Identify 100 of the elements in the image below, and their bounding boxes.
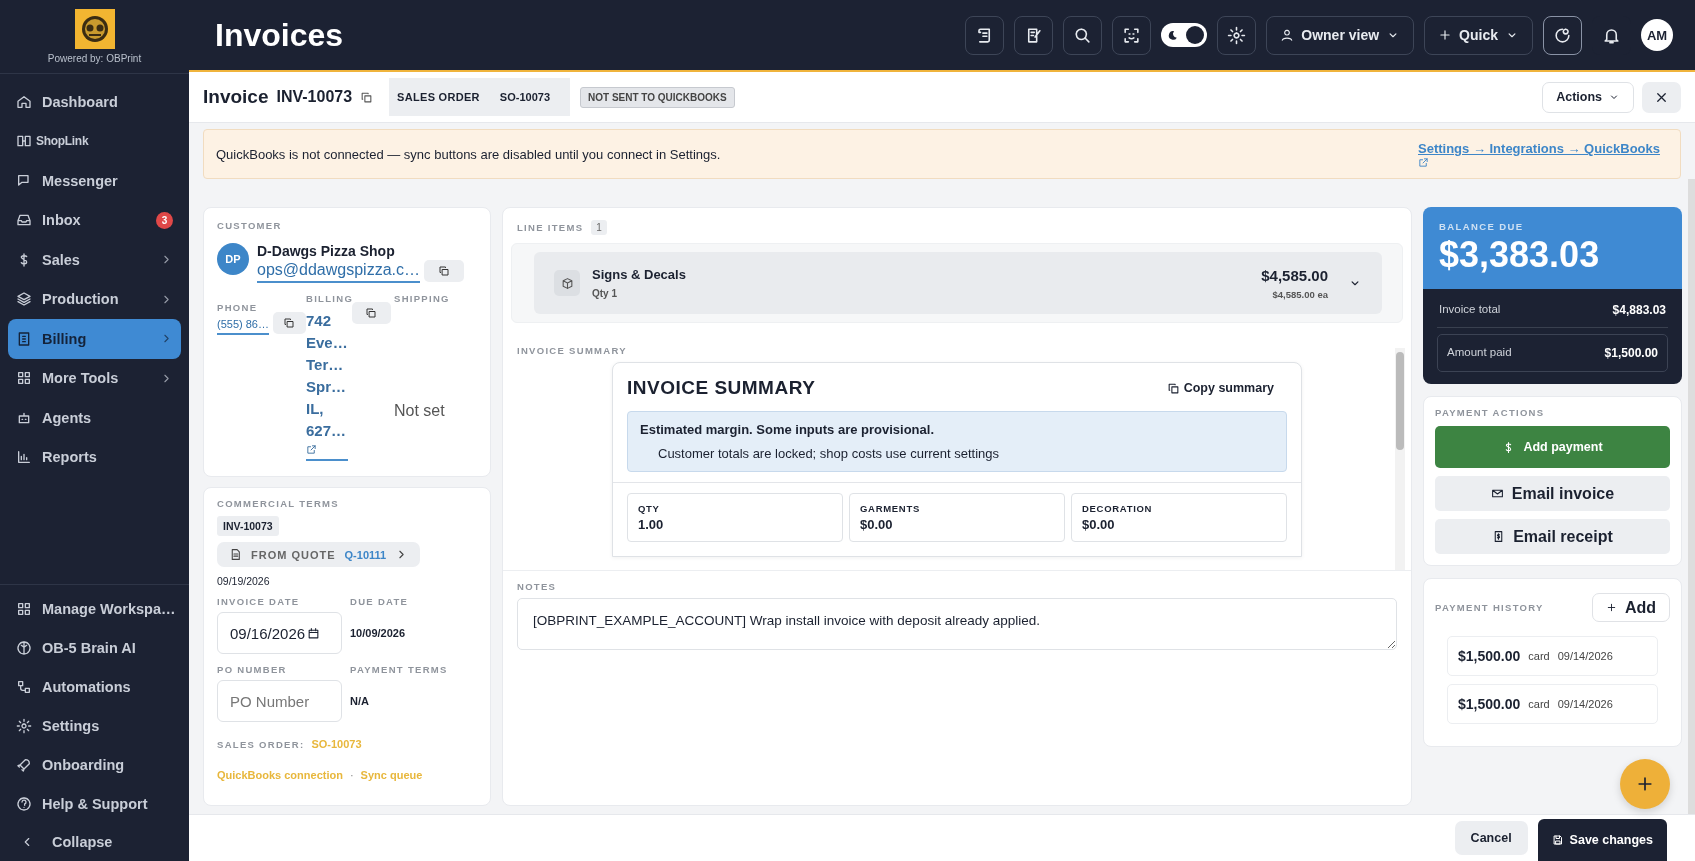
scrollbar[interactable] [1395,348,1405,570]
ring-icon [1553,25,1572,45]
nav-item[interactable]: Onboarding [8,745,181,784]
nav-item[interactable]: Messenger [8,161,181,201]
nodes-icon [16,678,32,695]
section-label: INVOICE SUMMARY [516,344,628,356]
billing-address-link[interactable]: 742 Eve… Ter… Spr… IL, 627… [306,310,348,461]
email-link[interactable]: ops@ddawgspizza.c… [257,261,420,283]
stat-label: GARMENTS [860,503,921,514]
logo [74,9,115,49]
nav-item[interactable]: Settings [8,706,181,745]
scan-button[interactable] [1112,15,1152,55]
scroll-button[interactable] [965,15,1005,55]
copy-button[interactable] [351,302,391,324]
nav-item[interactable]: Help & Support [8,784,181,823]
chip-value: SO-10073 [499,91,550,103]
avatar: DP [217,243,249,275]
page-scrollbar[interactable] [1688,179,1695,814]
activity-button[interactable] [1543,15,1582,55]
shipping-value: Not set [394,402,446,420]
nav-item[interactable]: Automations [8,667,181,706]
copy-button[interactable] [273,312,306,334]
settings-button[interactable] [1217,15,1257,55]
note-pen-button[interactable] [1014,15,1054,55]
stat-value: $0.00 [1082,517,1116,532]
payment-row[interactable]: $1,500.00 card 09/14/2026 [1447,636,1658,676]
page-title: Invoices [215,16,344,54]
nav-item[interactable]: ShopLink [8,121,181,161]
receipt-button[interactable]: Email receipt [1435,519,1670,554]
settings-icon [16,717,32,734]
quote-date: 09/19/2026 [217,575,270,587]
view-menu[interactable]: Owner view [1266,15,1415,55]
summary-title: INVOICE SUMMARY [627,377,816,399]
notes-field[interactable]: [OBPRINT_EXAMPLE_ACCOUNT] Wrap install invoice with deposit already applied. [517,598,1397,650]
close-button[interactable] [1642,81,1681,113]
theme-toggle[interactable] [1161,23,1208,47]
search-button[interactable] [1063,15,1103,55]
stat-value: 1.00 [638,517,665,532]
balance-amount: $3,383.03 [1439,234,1601,276]
user-icon [1280,28,1295,42]
field-label: INVOICE DATE [217,596,301,607]
mail-button[interactable]: Email invoice [1435,476,1670,511]
cancel-button[interactable]: Cancel [1454,821,1528,855]
copy-icon[interactable] [360,90,374,104]
help-icon [16,795,32,812]
info-title: Estimated margin. Some inputs are provisional. [640,422,936,437]
nav-item[interactable]: Sales [8,240,181,280]
line-item[interactable]: Signs & Decals Qty 1 $4,585.00 $4,585.00 ea [534,252,1382,314]
copy-button[interactable] [424,260,464,282]
nav-item[interactable]: Billing [8,319,181,359]
layers-icon [16,291,32,308]
stat-label: QTY [638,503,661,514]
invoice-number: INV-10073 [276,88,353,106]
quote-number: Q-10111 [344,548,387,561]
separator: · [349,769,354,781]
dollar-button[interactable]: Add payment [1435,426,1670,468]
collapse-button[interactable]: Collapse [0,823,189,861]
payment-method: card [1528,698,1550,710]
quick-menu[interactable]: Quick [1424,15,1533,55]
paid-label: Amount paid [1447,346,1512,360]
save-button[interactable]: Save changes [1537,819,1667,861]
external-link-icon [306,444,317,455]
balance-label: BALANCE DUE [1439,221,1525,232]
nav-item[interactable]: Inbox 3 [8,200,181,240]
add-button[interactable]: Add [1591,593,1670,622]
copy-icon [1166,381,1180,395]
payment-date: 09/14/2026 [1557,698,1613,710]
invoice-label: Invoice [203,86,269,108]
add-fab[interactable] [1620,759,1670,809]
count-badge: 1 [591,220,607,235]
avatar[interactable]: AM [1641,19,1673,51]
section-label: PAYMENT ACTIONS [1435,407,1546,418]
date-field[interactable]: 09/16/2026 [217,612,342,654]
section-label: NOTES [517,581,558,592]
settings-link[interactable]: Settings → Integrations → QuickBooks [1418,140,1668,168]
item-total: $4,585.00 [1261,266,1328,284]
quote-link[interactable]: FROM QUOTE Q-10111 [217,542,421,567]
payment-amount: $1,500.00 [1458,648,1521,664]
unit-price: $4,585.00 ea [1272,288,1328,300]
field-label: PHONE [217,302,259,313]
phone-link[interactable]: (555) 86… [217,318,269,335]
nav-item[interactable]: OB-5 Brain AI [8,628,181,667]
actions-menu[interactable]: Actions [1542,81,1634,113]
copy-summary-button[interactable]: Copy summary [1160,380,1280,396]
nav-item[interactable]: Production [8,279,181,319]
nav-item[interactable]: Reports [8,437,181,477]
nav-item[interactable]: More Tools [8,358,181,398]
po-number-field[interactable]: PO Number [217,680,342,722]
payment-row[interactable]: $1,500.00 card 09/14/2026 [1447,684,1658,724]
field-label: PAYMENT TERMS [350,664,449,675]
payment-amount: $1,500.00 [1458,696,1521,712]
section-label: LINE ITEMS [517,222,584,233]
nav-item[interactable]: Manage Workspa… [8,589,181,628]
nav-item[interactable]: Agents [8,398,181,438]
nav-item[interactable]: Dashboard [8,82,181,122]
customer-name: D-Dawgs Pizza Shop [257,243,396,259]
field-label: SHIPPING [394,293,451,304]
scan-icon [1122,25,1142,45]
total-label: Invoice total [1439,303,1501,317]
payment-method: card [1528,650,1550,662]
